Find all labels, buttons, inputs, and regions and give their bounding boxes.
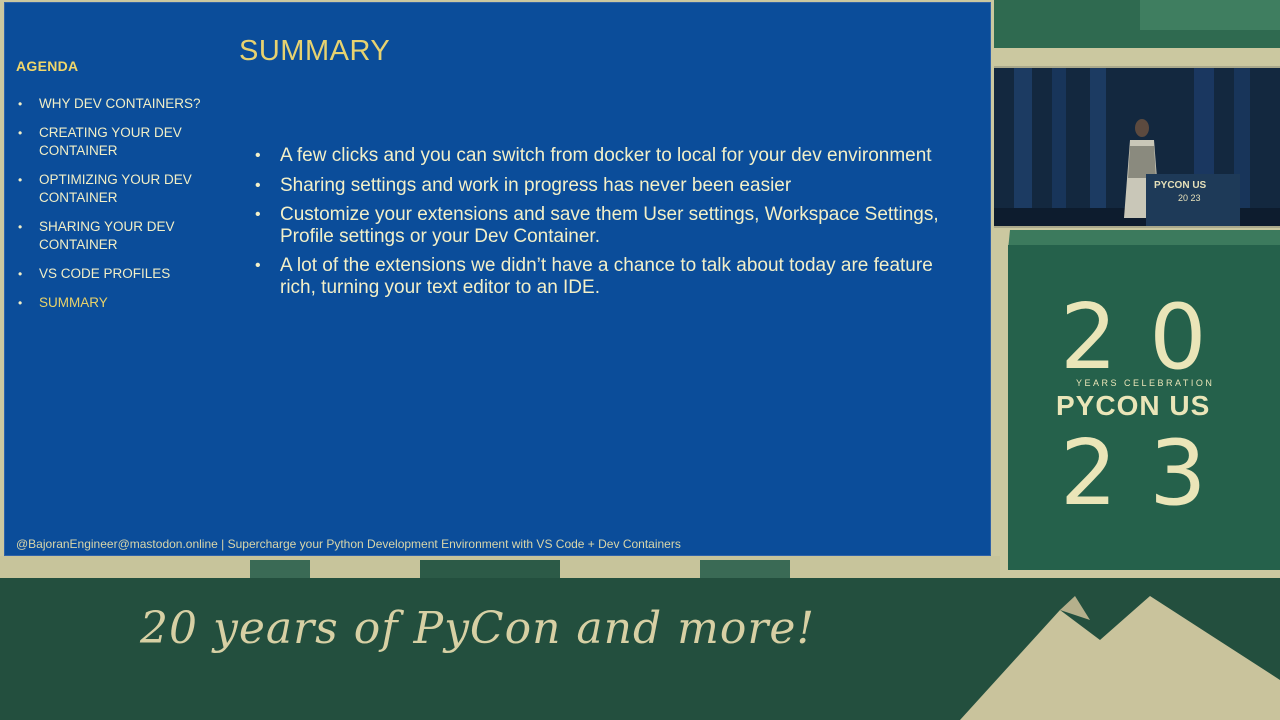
agenda-item: • SHARING YOUR DEV CONTAINER xyxy=(16,218,221,254)
logo-name: PYCON US xyxy=(1056,390,1211,421)
agenda-item: • OPTIMIZING YOUR DEV CONTAINER xyxy=(16,171,221,207)
bullet-icon: • xyxy=(255,206,261,223)
agenda-item-label: SHARING YOUR DEV CONTAINER xyxy=(39,219,175,252)
agenda-item: • VS CODE PROFILES xyxy=(16,265,221,283)
agenda-item: • WHY DEV CONTAINERS? xyxy=(16,95,221,113)
summary-point-text: A few clicks and you can switch from doc… xyxy=(280,145,932,166)
summary-point-text: Customize your extensions and save them … xyxy=(280,204,939,247)
agenda-item-label: VS CODE PROFILES xyxy=(39,266,171,281)
summary-points: • A few clicks and you can switch from do… xyxy=(255,145,945,306)
agenda-list: • WHY DEV CONTAINERS? • CREATING YOUR DEV … xyxy=(16,95,221,323)
presentation-slide: AGENDA • WHY DEV CONTAINERS? • CREATING YO… xyxy=(4,2,991,556)
agenda-item-label: WHY DEV CONTAINERS? xyxy=(39,96,201,111)
podium-logo: PYCON US xyxy=(1154,180,1207,191)
bullet-icon: • xyxy=(255,257,261,274)
agenda-item-label: SUMMARY xyxy=(39,295,108,310)
agenda-item-label: OPTIMIZING YOUR DEV CONTAINER xyxy=(39,172,192,205)
logo-bottom-number: 23 xyxy=(1060,421,1239,526)
logo-top-number: 20 xyxy=(1060,285,1239,390)
summary-point-text: Sharing settings and work in progress ha… xyxy=(280,174,792,196)
summary-point-text: A lot of the extensions we didn’t have a… xyxy=(280,255,933,298)
speaker-camera-feed: PYCON US 20 23 xyxy=(994,66,1280,228)
bullet-icon: • xyxy=(18,173,23,187)
bullet-icon: • xyxy=(18,97,23,111)
agenda-item-active: • SUMMARY xyxy=(16,294,221,312)
bullet-icon: • xyxy=(255,147,261,164)
bullet-icon: • xyxy=(18,267,23,281)
podium: PYCON US 20 23 xyxy=(1146,174,1240,226)
event-tagline: 20 years of PyCon and more! xyxy=(140,603,816,654)
agenda-item-label: CREATING YOUR DEV CONTAINER xyxy=(39,125,182,158)
summary-point: • Customize your extensions and save them… xyxy=(255,204,945,247)
bullet-icon: • xyxy=(255,176,261,194)
slide-footer: @BajoranEngineer@mastodon.online | Super… xyxy=(16,537,681,551)
podium-logo-years: 20 23 xyxy=(1178,193,1201,203)
summary-point: • A few clicks and you can switch from do… xyxy=(255,145,945,167)
agenda-item: • CREATING YOUR DEV CONTAINER xyxy=(16,124,221,160)
slide-title: SUMMARY xyxy=(239,35,391,67)
bullet-icon: • xyxy=(18,126,23,140)
summary-point: • Sharing settings and work in progress h… xyxy=(255,175,945,197)
bullet-icon: • xyxy=(18,296,23,310)
agenda-heading: AGENDA xyxy=(16,58,79,74)
logo-subtitle: YEARS CELEBRATION xyxy=(1076,378,1215,388)
summary-point: • A lot of the extensions we didn’t have … xyxy=(255,255,945,298)
bullet-icon: • xyxy=(18,220,23,234)
